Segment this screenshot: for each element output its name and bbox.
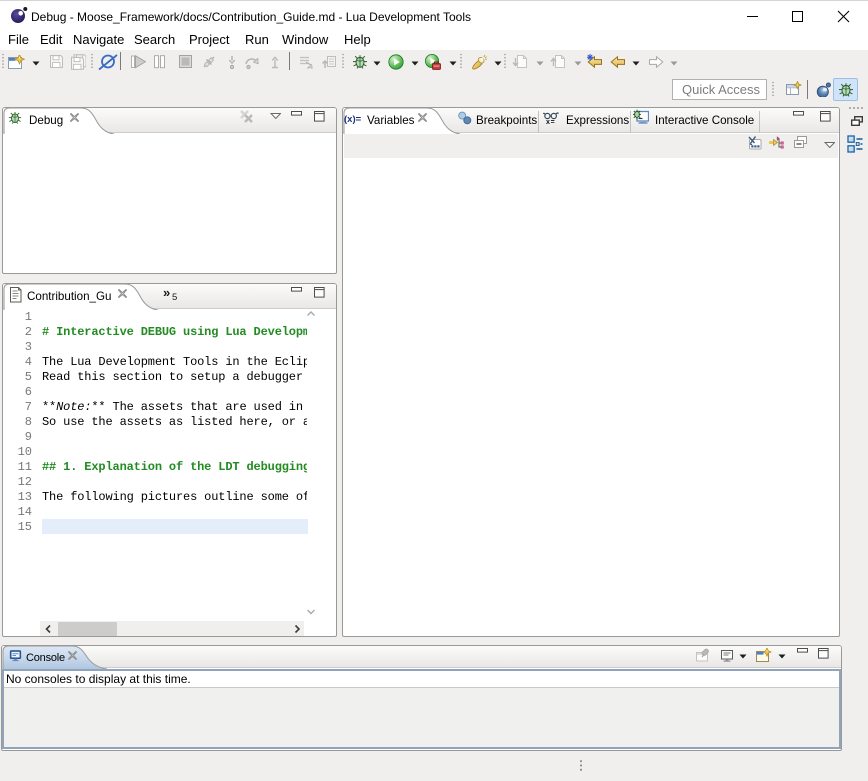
svg-text:x: x — [546, 119, 550, 125]
svg-text:(x)=: (x)= — [344, 114, 362, 125]
svg-text:=: = — [551, 119, 555, 125]
